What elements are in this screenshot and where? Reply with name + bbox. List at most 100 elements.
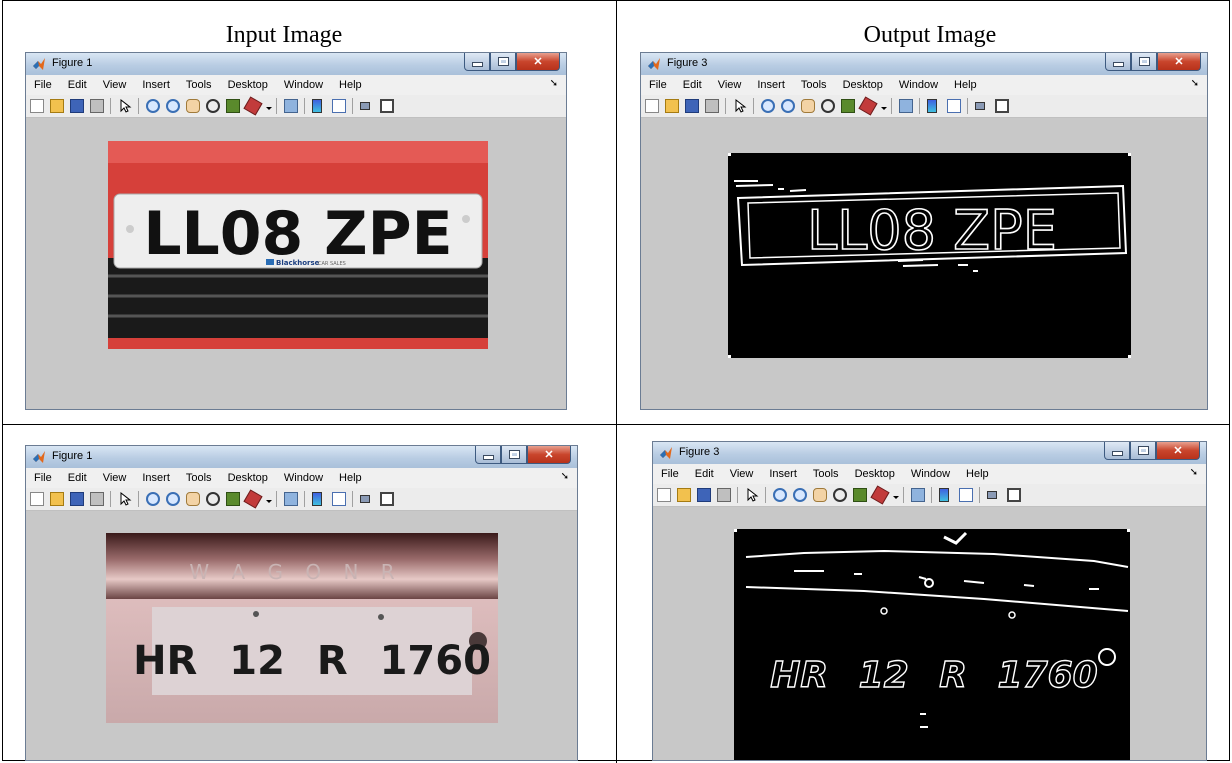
menu-item-view[interactable]: View (710, 79, 750, 91)
menu-item-edit[interactable]: Edit (60, 79, 95, 91)
select-arrow-icon[interactable] (118, 98, 132, 113)
show-plot-tools-icon[interactable] (380, 99, 394, 113)
minimize-button[interactable] (464, 53, 490, 71)
show-plot-tools-icon[interactable] (1007, 488, 1021, 502)
link-plot-icon[interactable] (284, 492, 298, 506)
minimize-button[interactable] (475, 446, 501, 464)
close-button[interactable]: ✕ (516, 53, 560, 71)
new-figure-icon[interactable] (657, 488, 671, 502)
save-icon[interactable] (70, 99, 84, 113)
brush-icon[interactable] (870, 485, 890, 505)
new-figure-icon[interactable] (30, 492, 44, 506)
menu-item-view[interactable]: View (95, 472, 135, 484)
close-button[interactable]: ✕ (527, 446, 571, 464)
pan-hand-icon[interactable] (186, 99, 200, 113)
data-cursor-icon[interactable] (841, 99, 855, 113)
show-plot-tools-icon[interactable] (380, 492, 394, 506)
menu-item-desktop[interactable]: Desktop (220, 79, 276, 91)
window-titlebar[interactable]: Figure 1 ✕ (26, 53, 566, 75)
open-file-icon[interactable] (677, 488, 691, 502)
menu-item-file[interactable]: File (26, 79, 60, 91)
zoom-out-icon[interactable] (781, 99, 795, 113)
save-icon[interactable] (685, 99, 699, 113)
pan-hand-icon[interactable] (186, 492, 200, 506)
menu-item-edit[interactable]: Edit (687, 468, 722, 480)
dock-arrow-icon[interactable]: ➘ (1191, 78, 1199, 89)
select-arrow-icon[interactable] (733, 98, 747, 113)
menu-item-help[interactable]: Help (958, 468, 997, 480)
open-file-icon[interactable] (665, 99, 679, 113)
colorbar-icon[interactable] (939, 488, 949, 502)
zoom-in-icon[interactable] (146, 492, 160, 506)
close-button[interactable]: ✕ (1156, 442, 1200, 460)
zoom-out-icon[interactable] (166, 99, 180, 113)
save-icon[interactable] (697, 488, 711, 502)
menu-item-insert[interactable]: Insert (134, 472, 178, 484)
menu-item-desktop[interactable]: Desktop (847, 468, 903, 480)
menu-item-file[interactable]: File (641, 79, 675, 91)
dock-arrow-icon[interactable]: ➘ (1190, 467, 1198, 478)
menu-item-window[interactable]: Window (276, 472, 331, 484)
new-figure-icon[interactable] (30, 99, 44, 113)
data-cursor-icon[interactable] (226, 492, 240, 506)
menu-item-tools[interactable]: Tools (793, 79, 835, 91)
menu-item-desktop[interactable]: Desktop (220, 472, 276, 484)
print-icon[interactable] (705, 99, 719, 113)
menu-item-tools[interactable]: Tools (178, 79, 220, 91)
maximize-button[interactable] (501, 446, 527, 464)
print-icon[interactable] (90, 99, 104, 113)
colorbar-icon[interactable] (312, 492, 322, 506)
window-titlebar[interactable]: Figure 3 ✕ (641, 53, 1207, 75)
zoom-out-icon[interactable] (793, 488, 807, 502)
legend-icon[interactable] (332, 99, 346, 113)
minimize-button[interactable] (1104, 442, 1130, 460)
maximize-button[interactable] (490, 53, 516, 71)
select-arrow-icon[interactable] (745, 487, 759, 502)
zoom-out-icon[interactable] (166, 492, 180, 506)
pan-hand-icon[interactable] (801, 99, 815, 113)
menu-item-window[interactable]: Window (903, 468, 958, 480)
menu-item-file[interactable]: File (26, 472, 60, 484)
link-plot-icon[interactable] (899, 99, 913, 113)
menu-item-insert[interactable]: Insert (749, 79, 793, 91)
print-icon[interactable] (717, 488, 731, 502)
legend-icon[interactable] (959, 488, 973, 502)
rotate-3d-icon[interactable] (833, 488, 847, 502)
print-icon[interactable] (90, 492, 104, 506)
menu-item-insert[interactable]: Insert (761, 468, 805, 480)
zoom-in-icon[interactable] (146, 99, 160, 113)
open-file-icon[interactable] (50, 492, 64, 506)
menu-item-window[interactable]: Window (891, 79, 946, 91)
menu-item-edit[interactable]: Edit (675, 79, 710, 91)
minimize-button[interactable] (1105, 53, 1131, 71)
menu-item-view[interactable]: View (722, 468, 762, 480)
close-button[interactable]: ✕ (1157, 53, 1201, 71)
hide-plot-tools-icon[interactable] (360, 102, 370, 110)
maximize-button[interactable] (1131, 53, 1157, 71)
colorbar-icon[interactable] (927, 99, 937, 113)
menu-item-file[interactable]: File (653, 468, 687, 480)
brush-icon[interactable] (243, 96, 263, 116)
menu-item-tools[interactable]: Tools (178, 472, 220, 484)
brush-dropdown-icon[interactable] (893, 488, 899, 502)
hide-plot-tools-icon[interactable] (975, 102, 985, 110)
brush-icon[interactable] (243, 489, 263, 509)
link-plot-icon[interactable] (911, 488, 925, 502)
brush-dropdown-icon[interactable] (881, 99, 887, 113)
new-figure-icon[interactable] (645, 99, 659, 113)
menu-item-tools[interactable]: Tools (805, 468, 847, 480)
window-titlebar[interactable]: Figure 3 ✕ (653, 442, 1206, 464)
menu-item-help[interactable]: Help (331, 79, 370, 91)
brush-dropdown-icon[interactable] (266, 99, 272, 113)
link-plot-icon[interactable] (284, 99, 298, 113)
open-file-icon[interactable] (50, 99, 64, 113)
pan-hand-icon[interactable] (813, 488, 827, 502)
menu-item-edit[interactable]: Edit (60, 472, 95, 484)
zoom-in-icon[interactable] (761, 99, 775, 113)
menu-item-view[interactable]: View (95, 79, 135, 91)
colorbar-icon[interactable] (312, 99, 322, 113)
rotate-3d-icon[interactable] (821, 99, 835, 113)
brush-dropdown-icon[interactable] (266, 492, 272, 506)
maximize-button[interactable] (1130, 442, 1156, 460)
hide-plot-tools-icon[interactable] (987, 491, 997, 499)
